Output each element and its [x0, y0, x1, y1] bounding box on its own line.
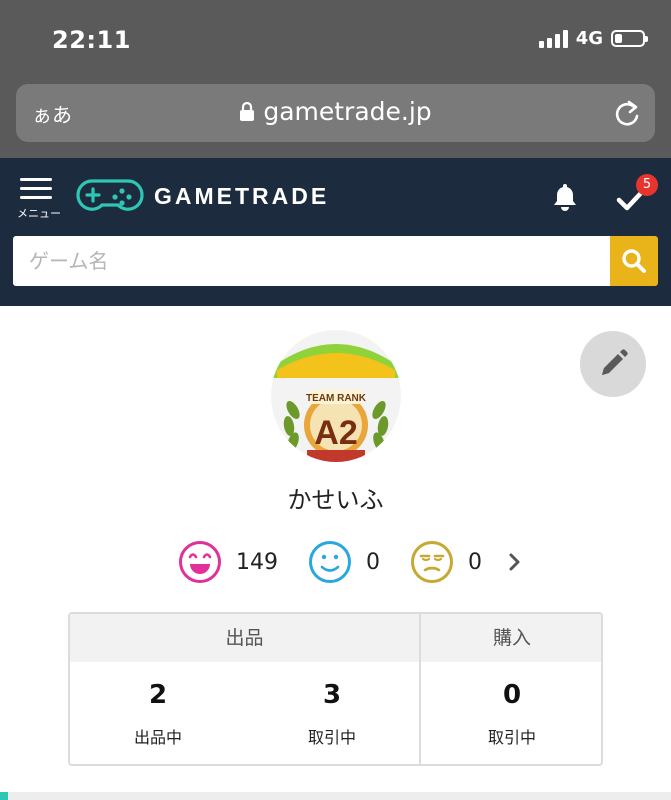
battery-icon — [611, 30, 648, 47]
stat-buying-trading-label: 取引中 — [487, 728, 536, 747]
stat-buying-trading-value: 0 — [502, 680, 522, 710]
smile-face-icon — [309, 541, 351, 583]
browser-chrome: 22:11 4G ぁあ gametrade.jp — [0, 0, 671, 158]
network-type: 4G — [575, 28, 603, 49]
todo-button[interactable]: 5 — [616, 174, 658, 212]
transaction-stats: 出品 購入 2 出品中 3 取引中 0 取引中 — [68, 612, 603, 766]
rating-normal[interactable]: 0 — [308, 540, 380, 584]
rating-good[interactable]: 149 — [178, 540, 278, 584]
reload-icon[interactable] — [613, 98, 641, 132]
site-header: メニュー GAMETRADE 5 — [0, 158, 671, 306]
site-logo[interactable]: GAMETRADE — [76, 177, 329, 215]
rating-bad[interactable]: 0 — [410, 540, 482, 584]
logo-text: GAMETRADE — [154, 182, 330, 209]
svg-text:A2: A2 — [314, 414, 357, 452]
edit-profile-button[interactable] — [580, 331, 646, 397]
search-button[interactable] — [610, 236, 658, 286]
bottom-tab-strip — [0, 792, 671, 800]
selling-header: 出品 — [70, 614, 419, 662]
rating-summary[interactable]: 149 0 0 — [0, 540, 671, 586]
menu-label: メニュー — [17, 207, 61, 220]
address-bar[interactable]: ぁあ gametrade.jp — [16, 84, 655, 142]
lock-icon — [239, 99, 255, 128]
stat-listing-label: 出品中 — [133, 728, 182, 747]
avatar: TEAM RANK A2 — [271, 330, 401, 462]
buying-header: 購入 — [421, 614, 601, 662]
grin-face-icon — [179, 541, 221, 583]
url-text[interactable]: gametrade.jp — [263, 97, 431, 126]
status-indicators: 4G — [538, 28, 648, 49]
rating-good-count: 149 — [236, 549, 278, 575]
search-input[interactable] — [13, 236, 610, 286]
stats-divider — [419, 614, 421, 764]
gamepad-icon — [76, 179, 144, 211]
search-icon — [622, 249, 646, 273]
pencil-icon — [602, 349, 628, 375]
stat-buying-trading[interactable]: 0 取引中 — [452, 680, 572, 748]
signal-icon — [538, 29, 568, 48]
status-time: 22:11 — [52, 26, 131, 54]
rating-bad-count: 0 — [468, 549, 482, 575]
chevron-right-icon[interactable] — [508, 552, 522, 576]
stat-listing-value: 2 — [148, 680, 168, 710]
unamused-face-icon — [411, 541, 453, 583]
menu-button[interactable]: メニュー — [12, 178, 64, 222]
username: かせいふ — [287, 486, 384, 514]
rating-normal-count: 0 — [366, 549, 380, 575]
stat-selling-trading[interactable]: 3 取引中 — [272, 680, 392, 748]
svg-text:TEAM RANK: TEAM RANK — [306, 393, 367, 404]
stat-selling-trading-value: 3 — [322, 680, 342, 710]
notification-badge: 5 — [636, 174, 658, 196]
stat-listing[interactable]: 2 出品中 — [98, 680, 218, 748]
stat-selling-trading-label: 取引中 — [307, 728, 356, 747]
search-bar — [13, 236, 658, 286]
bell-icon[interactable] — [551, 182, 579, 216]
